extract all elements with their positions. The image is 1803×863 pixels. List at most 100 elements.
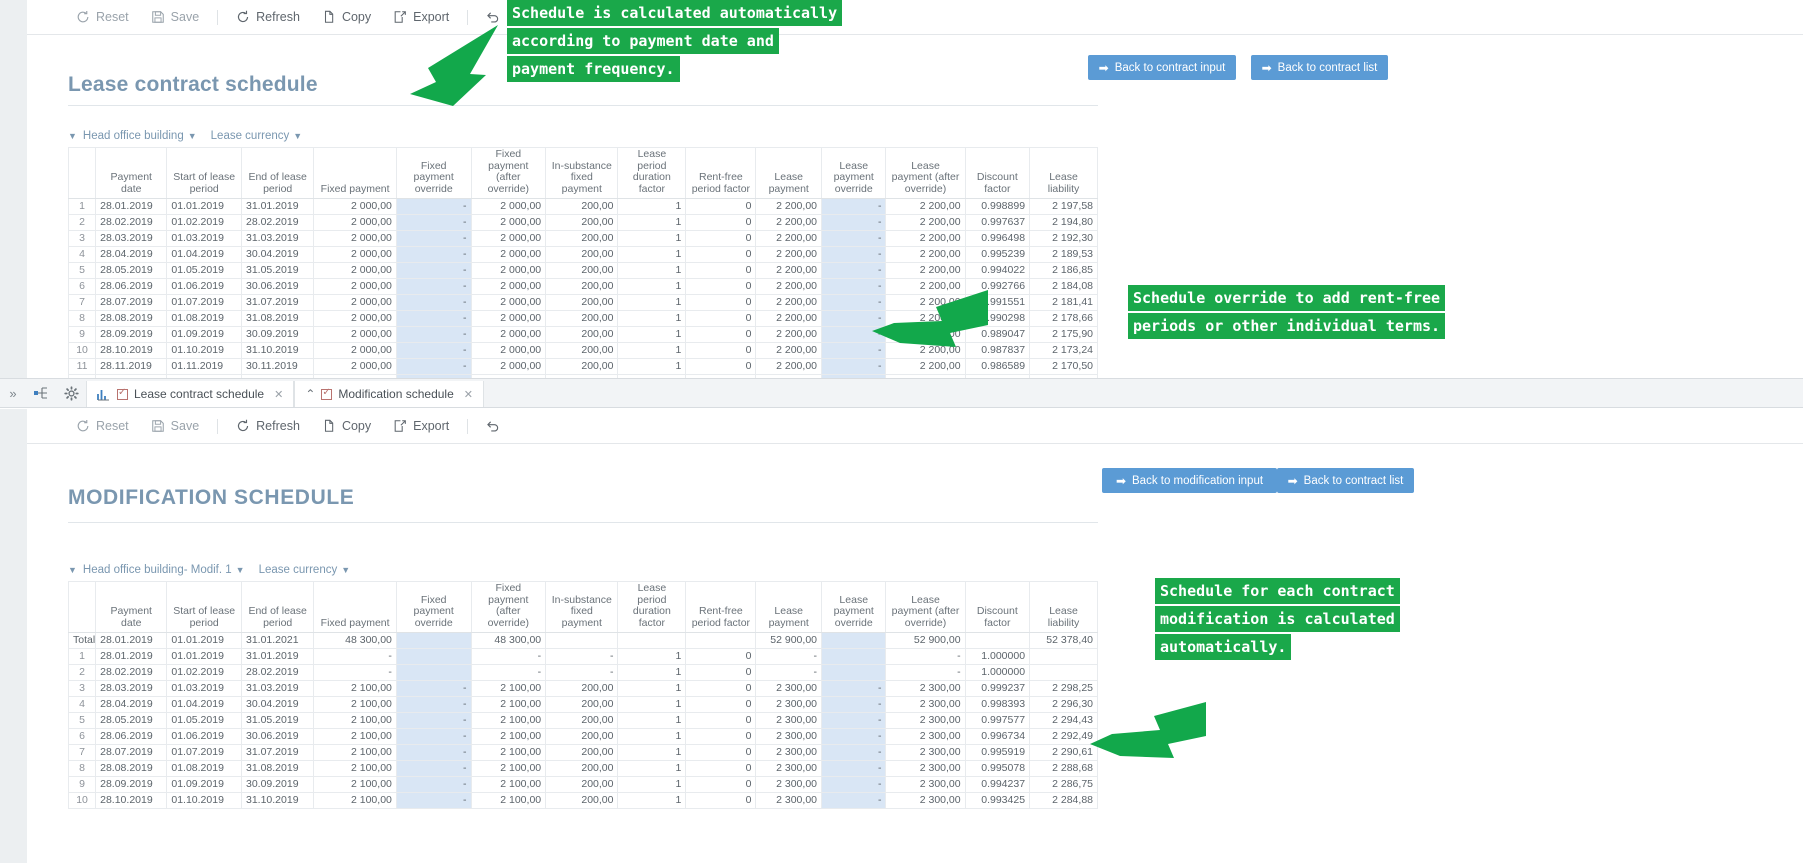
- column-header-9[interactable]: Rent-free period factor: [685, 147, 757, 199]
- tab-modification-schedule[interactable]: ⌃ Modification schedule ✕: [294, 381, 484, 407]
- close-icon[interactable]: ✕: [274, 388, 283, 401]
- column-header-3[interactable]: End of lease period: [240, 147, 315, 199]
- column-header-0[interactable]: [67, 147, 97, 199]
- table-row[interactable]: 1 28.01.2019 01.01.2019 31.01.2019 2 000,00-…: [67, 198, 1098, 215]
- override-cell[interactable]: [395, 632, 472, 649]
- override-cell[interactable]: [395, 664, 472, 681]
- override-cell[interactable]: -: [820, 728, 887, 745]
- override-cell[interactable]: -: [395, 246, 472, 263]
- table-row[interactable]: 8 28.08.2019 01.08.2019 31.08.2019 2 100,00-…: [67, 760, 1098, 777]
- chevron-down-icon[interactable]: ▼: [236, 565, 245, 575]
- chevron-down-icon[interactable]: ▼: [188, 131, 197, 141]
- override-cell[interactable]: [820, 664, 887, 681]
- override-cell[interactable]: -: [395, 696, 472, 713]
- override-cell[interactable]: -: [820, 712, 887, 729]
- table-row[interactable]: 5 28.05.2019 01.05.2019 31.05.2019 2 100,00-…: [67, 712, 1098, 729]
- toolbar-refresh-button[interactable]: Refresh: [225, 416, 311, 436]
- toolbar-copy-button[interactable]: Copy: [311, 416, 382, 436]
- override-cell[interactable]: -: [395, 680, 472, 697]
- override-cell[interactable]: -: [820, 358, 887, 375]
- table-row[interactable]: 4 28.04.2019 01.04.2019 30.04.2019 2 100,00-…: [67, 696, 1098, 713]
- table-row[interactable]: 10 28.10.2019 01.10.2019 31.10.2019 2 100,00…: [67, 792, 1098, 809]
- column-header-13[interactable]: Discount factor: [964, 147, 1031, 199]
- override-cell[interactable]: -: [820, 246, 887, 263]
- override-cell[interactable]: -: [395, 792, 472, 809]
- toolbar-export-button[interactable]: Export: [382, 416, 460, 436]
- override-cell[interactable]: -: [820, 230, 887, 247]
- filter-chip-1[interactable]: Lease currency ▼: [259, 564, 351, 576]
- table-row[interactable]: 4 28.04.2019 01.04.2019 30.04.2019 2 000,00-…: [67, 246, 1098, 263]
- override-cell[interactable]: -: [395, 744, 472, 761]
- override-cell[interactable]: -: [395, 294, 472, 311]
- chevron-down-icon[interactable]: ▼: [68, 565, 77, 575]
- override-cell[interactable]: -: [395, 760, 472, 777]
- chevron-down-icon[interactable]: ▼: [293, 131, 302, 141]
- override-cell[interactable]: -: [395, 214, 472, 231]
- column-header-14[interactable]: Lease liability: [1029, 147, 1098, 199]
- settings-gear-icon[interactable]: [56, 379, 86, 407]
- override-cell[interactable]: -: [395, 342, 472, 359]
- override-cell[interactable]: -: [395, 776, 472, 793]
- column-header-6[interactable]: Fixed payment (after override): [470, 581, 547, 633]
- table-row[interactable]: 2 28.02.2019 01.02.2019 28.02.2019- - -1 0- -1.…: [67, 664, 1098, 681]
- table-row[interactable]: 1 28.01.2019 01.01.2019 31.01.2019- - -1 0- -1.…: [67, 648, 1098, 665]
- override-cell[interactable]: -: [395, 230, 472, 247]
- column-header-14[interactable]: Lease liability: [1029, 581, 1098, 633]
- table-row[interactable]: 3 28.03.2019 01.03.2019 31.03.2019 2 100,00-…: [67, 680, 1098, 697]
- back-to-contract-input-button[interactable]: ➡ Back to contract input: [1088, 55, 1236, 80]
- table-row[interactable]: 5 28.05.2019 01.05.2019 31.05.2019 2 000,00-…: [67, 262, 1098, 279]
- override-cell[interactable]: -: [395, 262, 472, 279]
- column-header-5[interactable]: Fixed payment override: [395, 581, 472, 633]
- column-header-3[interactable]: End of lease period: [240, 581, 315, 633]
- override-cell[interactable]: -: [820, 214, 887, 231]
- column-header-13[interactable]: Discount factor: [964, 581, 1031, 633]
- table-row[interactable]: 2 28.02.2019 01.02.2019 28.02.2019 2 000,00-…: [67, 214, 1098, 231]
- chevron-down-icon[interactable]: ▼: [341, 565, 350, 575]
- column-header-2[interactable]: Start of lease period: [166, 581, 242, 633]
- table-row[interactable]: Total 28.01.2019 01.01.2019 31.01.2021 48 30…: [67, 632, 1098, 649]
- column-header-11[interactable]: Lease payment override: [820, 581, 887, 633]
- override-cell[interactable]: -: [820, 792, 887, 809]
- back-to-contract-list-button[interactable]: ➡ Back to contract list: [1277, 468, 1414, 493]
- table-row[interactable]: 11 28.11.2019 01.11.2019 30.11.2019 2 000,00…: [67, 358, 1098, 375]
- toolbar-copy-button[interactable]: Copy: [311, 7, 382, 27]
- column-header-10[interactable]: Lease payment: [755, 581, 822, 633]
- filter-chip-0[interactable]: Head office building- Modif. 1 ▼: [83, 564, 245, 576]
- filter-chip-1[interactable]: Lease currency ▼: [211, 130, 303, 142]
- modification-schedule-table[interactable]: Payment date Start of lease period End of …: [67, 581, 1098, 809]
- column-header-10[interactable]: Lease payment: [755, 147, 822, 199]
- column-header-5[interactable]: Fixed payment override: [395, 147, 472, 199]
- override-cell[interactable]: -: [395, 310, 472, 327]
- override-cell[interactable]: -: [820, 680, 887, 697]
- column-header-9[interactable]: Rent-free period factor: [685, 581, 757, 633]
- override-cell[interactable]: -: [395, 326, 472, 343]
- column-header-4[interactable]: Fixed payment: [313, 581, 397, 633]
- override-cell[interactable]: [820, 632, 887, 649]
- column-header-4[interactable]: Fixed payment: [313, 147, 397, 199]
- override-cell[interactable]: -: [820, 696, 887, 713]
- override-cell[interactable]: -: [395, 358, 472, 375]
- column-header-11[interactable]: Lease payment override: [820, 147, 887, 199]
- back-to-modification-input-button[interactable]: ➡ Back to modification input: [1102, 468, 1277, 493]
- override-cell[interactable]: [395, 648, 472, 665]
- column-header-8[interactable]: Lease period duration factor: [617, 581, 687, 633]
- override-cell[interactable]: -: [820, 198, 887, 215]
- column-header-1[interactable]: Payment date: [95, 581, 168, 633]
- table-row[interactable]: 3 28.03.2019 01.03.2019 31.03.2019 2 000,00-…: [67, 230, 1098, 247]
- chevron-down-icon[interactable]: ▼: [68, 131, 77, 141]
- navigation-tree-icon[interactable]: [26, 379, 56, 407]
- column-header-6[interactable]: Fixed payment (after override): [470, 147, 547, 199]
- override-cell[interactable]: [820, 648, 887, 665]
- table-row[interactable]: 9 28.09.2019 01.09.2019 30.09.2019 2 100,00-…: [67, 776, 1098, 793]
- column-header-2[interactable]: Start of lease period: [166, 147, 242, 199]
- column-header-12[interactable]: Lease payment (after override): [885, 147, 966, 199]
- column-header-0[interactable]: [67, 581, 97, 633]
- override-cell[interactable]: -: [395, 198, 472, 215]
- table-row[interactable]: 6 28.06.2019 01.06.2019 30.06.2019 2 100,00-…: [67, 728, 1098, 745]
- expand-sidebar-icon[interactable]: »: [0, 379, 26, 407]
- override-cell[interactable]: -: [395, 278, 472, 295]
- override-cell[interactable]: -: [395, 712, 472, 729]
- override-cell[interactable]: -: [820, 262, 887, 279]
- filter-chip-0[interactable]: Head office building ▼: [83, 130, 197, 142]
- column-header-1[interactable]: Payment date: [95, 147, 168, 199]
